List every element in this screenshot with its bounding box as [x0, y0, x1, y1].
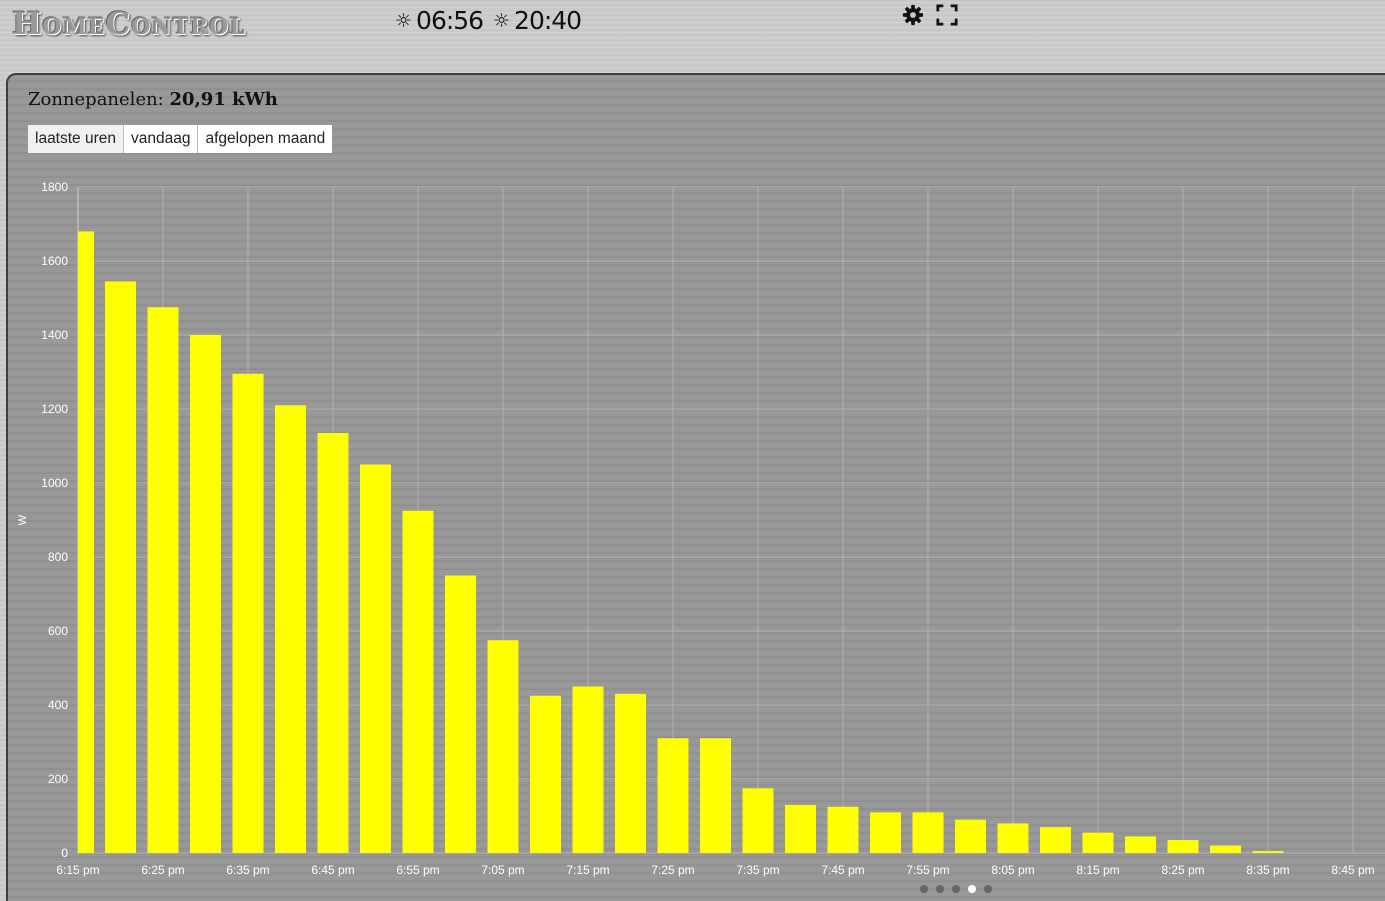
bar[interactable] — [487, 640, 519, 853]
x-tick-label: 8:05 pm — [991, 863, 1034, 877]
x-tick-label: 6:35 pm — [226, 863, 269, 877]
bar[interactable] — [615, 693, 646, 853]
y-tick-label: 0 — [61, 846, 68, 860]
page-dot[interactable] — [984, 885, 992, 893]
x-tick-label: 7:25 pm — [651, 863, 694, 877]
bar[interactable] — [572, 686, 604, 854]
x-tick-label: 6:55 pm — [396, 863, 439, 877]
x-tick-label: 7:15 pm — [566, 863, 609, 877]
bar[interactable] — [317, 433, 349, 853]
x-tick-label: 8:45 pm — [1331, 863, 1374, 877]
bar[interactable] — [147, 307, 179, 853]
bar[interactable] — [912, 812, 944, 853]
bar[interactable] — [785, 804, 816, 853]
x-tick-label: 6:25 pm — [141, 863, 184, 877]
bar[interactable] — [1167, 840, 1199, 853]
bar[interactable] — [78, 231, 94, 853]
y-tick-label: 400 — [48, 698, 68, 712]
bar[interactable] — [1125, 836, 1156, 853]
bar[interactable] — [275, 405, 306, 853]
bar[interactable] — [402, 510, 434, 853]
y-axis-label: W — [17, 514, 29, 525]
bar[interactable] — [700, 738, 731, 853]
bar[interactable] — [1210, 845, 1241, 853]
x-tick-label: 7:45 pm — [821, 863, 864, 877]
page-indicator — [920, 885, 992, 893]
bar[interactable] — [190, 335, 221, 853]
bar[interactable] — [1252, 851, 1284, 853]
x-tick-label: 8:15 pm — [1076, 863, 1119, 877]
x-tick-label: 8:25 pm — [1161, 863, 1204, 877]
bar[interactable] — [105, 281, 136, 854]
y-tick-label: 1400 — [41, 328, 68, 342]
y-tick-label: 600 — [48, 624, 68, 638]
y-tick-label: 1200 — [41, 402, 68, 416]
bar[interactable] — [827, 806, 859, 853]
y-tick-label: 200 — [48, 772, 68, 786]
bar[interactable] — [657, 738, 689, 853]
x-tick-label: 6:45 pm — [311, 863, 354, 877]
bar[interactable] — [1082, 832, 1114, 853]
bar[interactable] — [742, 788, 774, 853]
page-dot[interactable] — [936, 885, 944, 893]
bar[interactable] — [445, 575, 476, 854]
page-dot-active[interactable] — [968, 885, 976, 893]
bar[interactable] — [1040, 827, 1071, 853]
bar[interactable] — [955, 819, 986, 853]
bar[interactable] — [232, 373, 264, 853]
y-tick-label: 800 — [48, 550, 68, 564]
x-tick-label: 7:55 pm — [906, 863, 949, 877]
x-tick-label: 7:35 pm — [736, 863, 779, 877]
x-tick-label: 6:15 pm — [56, 863, 99, 877]
y-tick-label: 1600 — [41, 254, 68, 268]
page-dot[interactable] — [920, 885, 928, 893]
bar[interactable] — [870, 812, 901, 853]
power-bar-chart: 0 200 400 600 800 1000 1200 1400 1600 1800 6:15 pm… — [17, 180, 1385, 877]
x-tick-label: 7:05 pm — [481, 863, 524, 877]
bar[interactable] — [997, 823, 1029, 853]
bar[interactable] — [360, 464, 391, 854]
y-tick-label: 1800 — [41, 180, 68, 194]
y-tick-label: 1000 — [41, 476, 68, 490]
bar[interactable] — [530, 695, 561, 853]
page-dot[interactable] — [952, 885, 960, 893]
x-tick-label: 8:35 pm — [1246, 863, 1289, 877]
